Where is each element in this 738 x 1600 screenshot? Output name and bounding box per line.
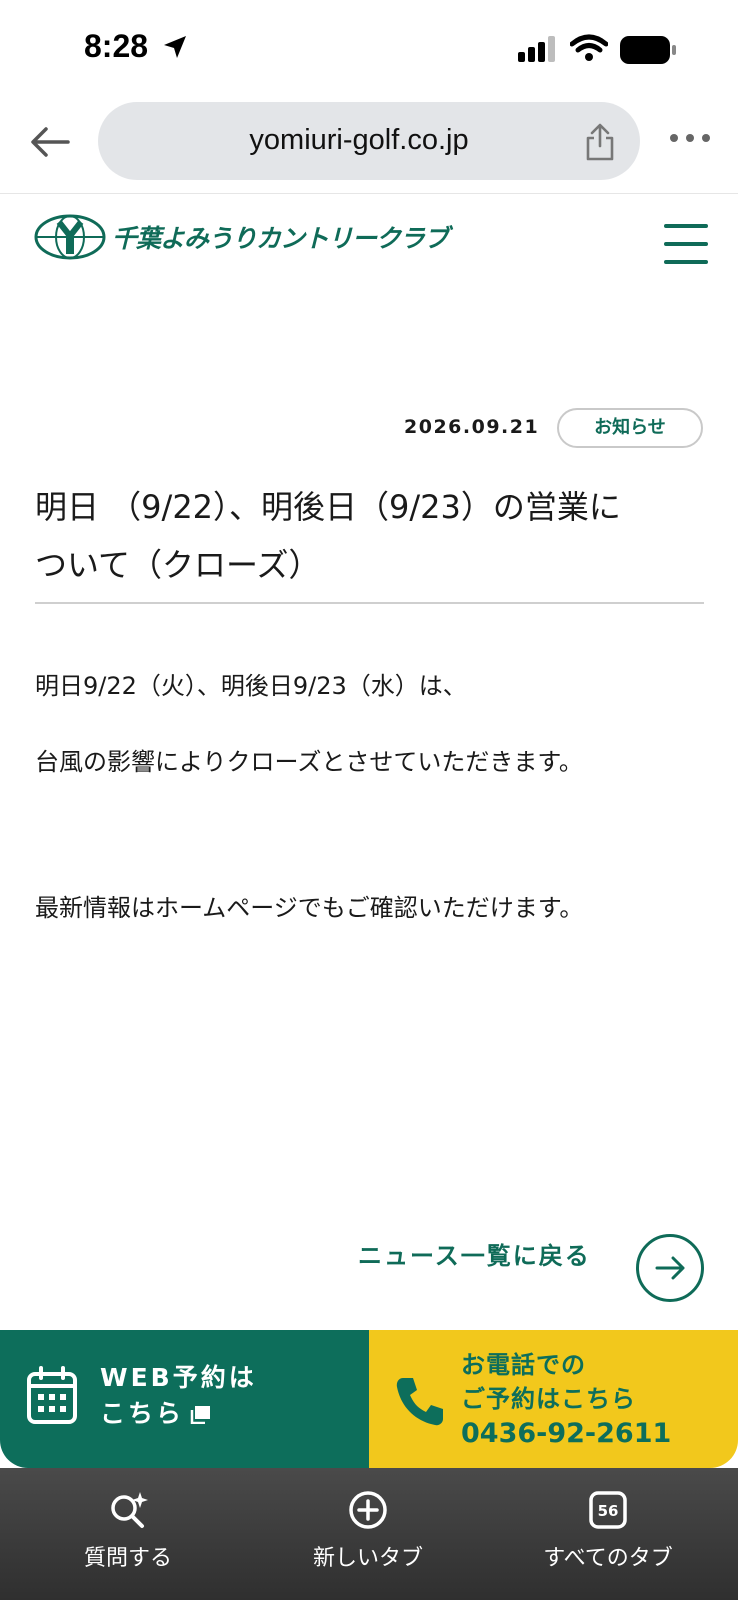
arrow-left-icon (31, 127, 70, 157)
back-to-news-button[interactable] (636, 1234, 704, 1302)
browser-address-bar: yomiuri-golf.co.jp (0, 96, 738, 194)
external-link-icon (190, 1406, 211, 1424)
back-to-news-label: ニュース一覧に戻る (358, 1242, 591, 1270)
web-reservation-button[interactable]: WEB予約は こちら (0, 1330, 369, 1468)
title-divider (35, 602, 704, 604)
phone-reservation-line: ご予約はこちら (461, 1385, 636, 1413)
phone-number[interactable]: 0436-92-2611 (461, 1418, 671, 1449)
more-options-icon[interactable] (668, 126, 712, 150)
club-name: 千葉よみうりカントリークラブ (112, 224, 449, 253)
phone-icon (396, 1378, 443, 1426)
status-bar: 8:28 (0, 0, 738, 96)
web-reservation-line2: こちら (100, 1396, 257, 1432)
calendar-icon (27, 1366, 77, 1424)
share-icon[interactable] (582, 122, 618, 162)
url-text: yomiuri-golf.co.jp (249, 124, 469, 156)
hamburger-line (664, 260, 708, 264)
article-title: 明日 （9/22）、明後日（9/23）の営業に ついて（クローズ） (35, 478, 705, 594)
web-reservation-line: WEB予約は (100, 1363, 257, 1392)
article-paragraph: 明日9/22（火）、明後日9/23（水）は、 (35, 672, 467, 700)
ask-button[interactable]: 質問する (28, 1490, 228, 1572)
all-tabs-button[interactable]: 56 すべてのタブ (508, 1490, 708, 1572)
article-paragraph: 台風の影響によりクローズとさせていただきます。 (35, 748, 583, 776)
battery-icon (620, 36, 676, 64)
wifi-icon (570, 34, 608, 61)
category-badge[interactable]: お知らせ (557, 408, 703, 448)
search-sparkle-icon (111, 1492, 148, 1528)
plus-circle-icon (349, 1491, 387, 1529)
web-reservation-label: こちら (100, 1399, 185, 1428)
club-logo-mark-icon (34, 214, 106, 260)
new-tab-label: 新しいタブ (312, 1546, 423, 1571)
all-tabs-label: すべてのタブ (543, 1546, 673, 1571)
status-time: 8:28 (84, 28, 149, 64)
article-title-line: 明日 （9/22）、明後日（9/23）の営業に (35, 488, 621, 526)
url-field[interactable]: yomiuri-golf.co.jp (98, 102, 640, 180)
menu-button[interactable] (664, 224, 708, 264)
site-logo[interactable]: 千葉よみうりカントリークラブ (34, 214, 449, 260)
hamburger-line (664, 224, 708, 228)
cellular-signal-icon (518, 36, 555, 62)
article-title-line: ついて（クローズ） (35, 546, 321, 584)
site-header: 千葉よみうりカントリークラブ (0, 196, 738, 292)
tab-count: 56 (598, 1502, 619, 1520)
back-button[interactable] (24, 116, 76, 168)
tabs-count-icon: 56 (589, 1491, 627, 1529)
phone-reservation-text: お電話での ご予約はこちら (461, 1348, 636, 1416)
back-to-news-link[interactable]: ニュース一覧に戻る (358, 1236, 591, 1271)
new-tab-button[interactable]: 新しいタブ (268, 1490, 468, 1572)
web-reservation-text: WEB予約は こちら (100, 1360, 257, 1432)
article-date: 2026.09.21 (404, 416, 540, 438)
phone-reservation-line: お電話での (461, 1351, 586, 1379)
ask-label: 質問する (83, 1546, 172, 1571)
reservation-banner: WEB予約は こちら お電話での ご予約はこちら 0436-92-2611 (0, 1330, 738, 1468)
browser-toolbar: 質問する 新しいタブ 56 すべてのタブ (0, 1468, 738, 1600)
hamburger-line (664, 242, 708, 246)
article-paragraph: 最新情報はホームページでもご確認いただけます。 (35, 894, 584, 922)
phone-reservation-button[interactable]: お電話での ご予約はこちら 0436-92-2611 (369, 1330, 738, 1468)
arrow-right-icon (655, 1256, 685, 1280)
location-arrow-icon (164, 36, 186, 58)
